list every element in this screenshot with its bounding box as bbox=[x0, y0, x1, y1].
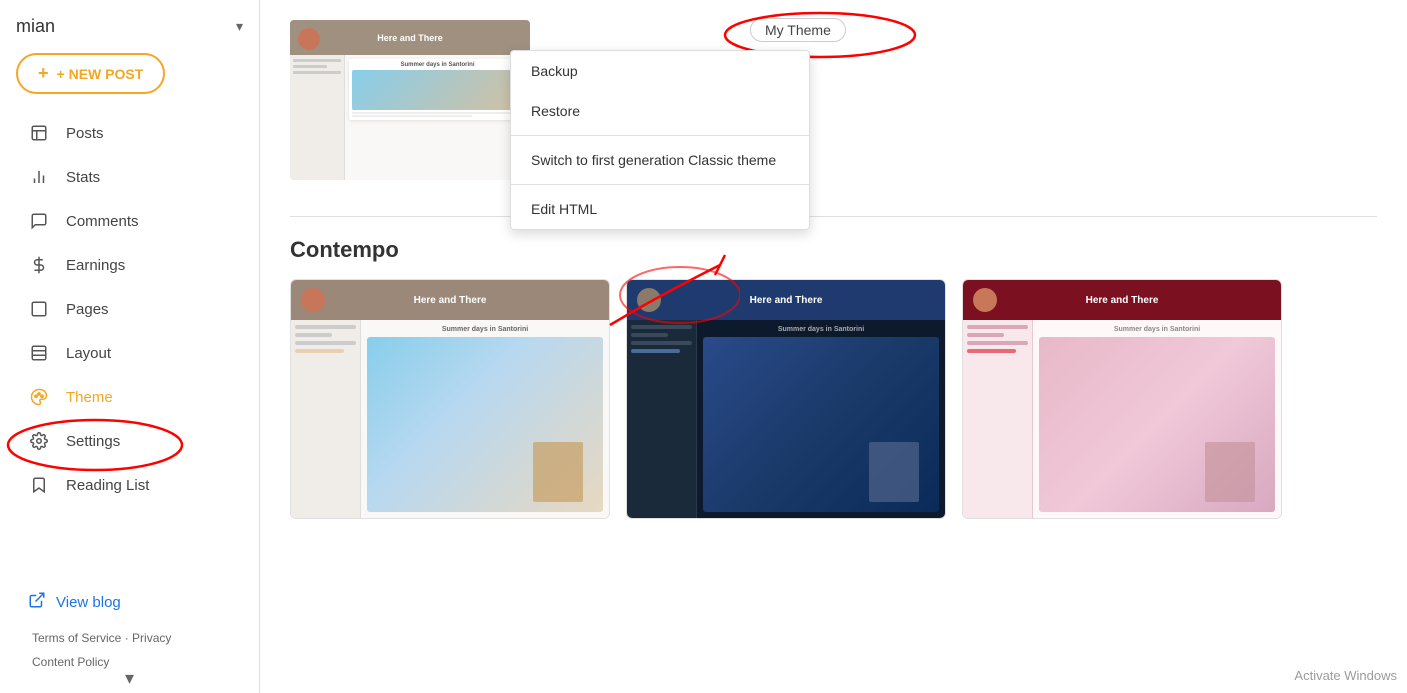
theme-icon bbox=[28, 386, 50, 408]
privacy-link[interactable]: Privacy bbox=[132, 631, 171, 645]
pages-icon bbox=[28, 298, 50, 320]
plus-icon: + bbox=[38, 63, 49, 84]
activate-windows-watermark: Activate Windows bbox=[1294, 668, 1397, 683]
scroll-down-indicator: ▾ bbox=[121, 664, 138, 693]
comments-label: Comments bbox=[66, 213, 139, 230]
main-content: Here and There Summer days in Santorini bbox=[260, 0, 1407, 693]
post-subtitle-pink: Summer days in Santorini bbox=[1114, 326, 1200, 333]
comments-icon bbox=[28, 210, 50, 232]
card-header-light: Here and There bbox=[291, 280, 609, 320]
sidebar-item-comments[interactable]: Comments bbox=[8, 200, 251, 242]
sidebar-item-posts[interactable]: Posts bbox=[8, 112, 251, 154]
theme-label: Theme bbox=[66, 389, 113, 406]
card-main-light: Summer days in Santorini bbox=[361, 320, 609, 518]
card-body-dark: Summer days in Santorini bbox=[627, 320, 945, 518]
theme-gallery: Here and There Summer days in Santorini bbox=[290, 279, 1377, 519]
contempo-section-title: Contempo bbox=[290, 237, 1377, 263]
earnings-icon bbox=[28, 254, 50, 276]
sidebar-item-pages[interactable]: Pages bbox=[8, 288, 251, 330]
earnings-label: Earnings bbox=[66, 257, 125, 274]
sidebar-item-layout[interactable]: Layout bbox=[8, 332, 251, 374]
dropdown-divider bbox=[511, 135, 809, 136]
contempo-section: Contempo Here and There bbox=[260, 217, 1407, 539]
card-avatar-pink bbox=[973, 288, 997, 312]
theme-card-dark[interactable]: Here and There Summer days in Santorini bbox=[626, 279, 946, 519]
footer-dot1: · bbox=[125, 631, 132, 645]
card-blog-title-light: Here and There bbox=[414, 295, 487, 306]
sidebar-item-reading-list[interactable]: Reading List bbox=[8, 464, 251, 506]
my-theme-label: My Theme bbox=[750, 18, 846, 42]
post-subtitle-light: Summer days in Santorini bbox=[442, 326, 528, 333]
post-subtitle-dark: Summer days in Santorini bbox=[778, 326, 864, 333]
theme-card-pink[interactable]: Here and There Summer days in Santorini bbox=[962, 279, 1282, 519]
card-blog-title-dark: Here and There bbox=[750, 295, 823, 306]
post-image-pink bbox=[1039, 337, 1275, 512]
layout-label: Layout bbox=[66, 345, 111, 362]
view-blog-link[interactable]: View blog bbox=[16, 581, 243, 623]
card-body-light: Summer days in Santorini bbox=[291, 320, 609, 518]
settings-label: Settings bbox=[66, 433, 120, 450]
posts-icon bbox=[28, 122, 50, 144]
post-image-light bbox=[367, 337, 603, 512]
preview-content-area: Summer days in Santorini bbox=[290, 55, 530, 180]
content-policy-label: Content Policy bbox=[32, 655, 109, 669]
pages-label: Pages bbox=[66, 301, 109, 318]
restore-menu-item[interactable]: Restore bbox=[511, 91, 809, 131]
posts-label: Posts bbox=[66, 125, 104, 142]
blog-name: mian bbox=[16, 16, 55, 37]
my-theme-annotation-area: My Theme bbox=[750, 22, 846, 40]
preview-mini-sidebar bbox=[290, 55, 345, 180]
preview-blog-title: Here and There bbox=[377, 33, 443, 43]
settings-icon bbox=[28, 430, 50, 452]
new-post-label: + NEW POST bbox=[57, 66, 144, 82]
switch-classic-menu-item[interactable]: Switch to first generation Classic theme bbox=[511, 140, 809, 180]
sidebar-nav: Posts Stats Comments Earnings Pages bbox=[0, 110, 259, 508]
new-post-button[interactable]: + + NEW POST bbox=[16, 53, 165, 94]
preview-header-bar: Here and There bbox=[290, 20, 530, 55]
view-blog-icon bbox=[28, 591, 46, 613]
backup-menu-item[interactable]: Backup bbox=[511, 51, 809, 91]
card-main-dark: Summer days in Santorini bbox=[697, 320, 945, 518]
theme-card-light[interactable]: Here and There Summer days in Santorini bbox=[290, 279, 610, 519]
blog-dropdown-arrow[interactable]: ▾ bbox=[236, 18, 243, 35]
card-sidebar-dark bbox=[627, 320, 697, 518]
theme-dropdown-menu: Backup Restore Switch to first generatio… bbox=[510, 50, 810, 230]
footer-links: Terms of Service · Privacy bbox=[16, 623, 243, 653]
stats-icon bbox=[28, 166, 50, 188]
sidebar-header: mian ▾ bbox=[0, 0, 259, 45]
card-avatar-light bbox=[301, 288, 325, 312]
edit-html-menu-item[interactable]: Edit HTML bbox=[511, 189, 809, 229]
sidebar: mian ▾ + + NEW POST Posts Stats Comments bbox=[0, 0, 260, 693]
terms-link[interactable]: Terms of Service bbox=[32, 631, 121, 645]
theme-header-area: Here and There Summer days in Santorini bbox=[260, 0, 1407, 200]
preview-avatar bbox=[298, 28, 320, 50]
card-blog-title-pink: Here and There bbox=[1086, 295, 1159, 306]
sidebar-item-theme[interactable]: Theme bbox=[8, 376, 251, 418]
current-theme-preview: Here and There Summer days in Santorini bbox=[290, 20, 530, 180]
layout-icon bbox=[28, 342, 50, 364]
card-avatar-dark bbox=[637, 288, 661, 312]
card-sidebar-pink bbox=[963, 320, 1033, 518]
preview-post-image bbox=[352, 70, 523, 110]
sidebar-item-stats[interactable]: Stats bbox=[8, 156, 251, 198]
view-blog-label: View blog bbox=[56, 594, 121, 611]
reading-list-icon bbox=[28, 474, 50, 496]
preview-post-card: Summer days in Santorini bbox=[349, 59, 526, 120]
sidebar-item-earnings[interactable]: Earnings bbox=[8, 244, 251, 286]
card-main-pink: Summer days in Santorini bbox=[1033, 320, 1281, 518]
card-header-dark: Here and There bbox=[627, 280, 945, 320]
card-header-pink: Here and There bbox=[963, 280, 1281, 320]
post-image-dark bbox=[703, 337, 939, 512]
reading-list-label: Reading List bbox=[66, 477, 149, 494]
sidebar-item-settings[interactable]: Settings bbox=[8, 420, 251, 462]
card-sidebar-light bbox=[291, 320, 361, 518]
card-body-pink: Summer days in Santorini bbox=[963, 320, 1281, 518]
preview-post-title: Summer days in Santorini bbox=[352, 62, 523, 68]
preview-post-area: Summer days in Santorini bbox=[345, 55, 530, 180]
stats-label: Stats bbox=[66, 169, 100, 186]
dropdown-divider-2 bbox=[511, 184, 809, 185]
